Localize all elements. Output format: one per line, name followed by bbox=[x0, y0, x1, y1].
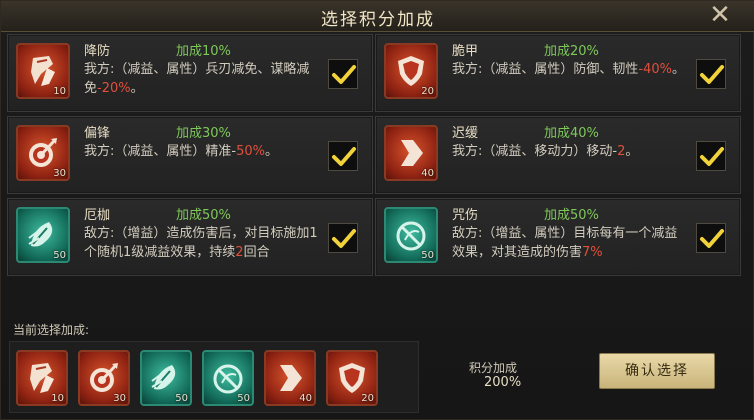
selected-bonus-level: 50 bbox=[237, 393, 250, 404]
bonus-description: 我方:（减益、属性）精准-50%。 bbox=[84, 142, 320, 192]
bonus-level: 50 bbox=[421, 250, 434, 261]
bonus-description: 我方:（减益、属性）防御、韧性-40%。 bbox=[452, 60, 688, 110]
description-text: 敌方:（增益、属性）目标每有一个减益效果，对其造成的伤害 bbox=[452, 226, 678, 260]
bonus-card[interactable]: 40 迟缓 加成40% 我方:（减益、移动力）移动-2。 bbox=[375, 116, 741, 194]
title-bar: 选择积分加成 ✕ bbox=[1, 1, 754, 32]
bonus-percent: 加成50% bbox=[544, 208, 599, 223]
selected-bonus-level: 50 bbox=[175, 393, 188, 404]
bonus-percent: 加成20% bbox=[544, 44, 599, 59]
description-suffix: 。 bbox=[625, 144, 639, 159]
description-suffix: 。 bbox=[671, 62, 685, 77]
description-negative-value: 7% bbox=[582, 245, 603, 260]
close-icon[interactable]: ✕ bbox=[707, 2, 733, 29]
cursed-wound-icon: 50 bbox=[202, 350, 254, 406]
bonus-percent: 加成30% bbox=[176, 126, 231, 141]
description-negative-value: -20% bbox=[97, 81, 131, 96]
description-suffix: 。 bbox=[264, 144, 278, 159]
description-negative-value: 2 bbox=[235, 245, 244, 260]
description-text: 敌方:（增益）造成伤害后，对目标施加1个随机1级减益效果，持续 bbox=[84, 226, 318, 260]
current-selection-area: 当前选择加成: 10 30 50 50 40 20 积分加成 200% 确认选择 bbox=[9, 321, 747, 417]
select-checkbox[interactable] bbox=[328, 59, 358, 89]
bonus-card[interactable]: 50 咒伤 加成50% 敌方:（增益、属性）目标每有一个减益效果，对其造成的伤害7% bbox=[375, 198, 741, 276]
description-suffix: 回合 bbox=[243, 245, 270, 260]
bonus-description: 敌方:（增益、属性）目标每有一个减益效果，对其造成的伤害7% bbox=[452, 224, 688, 274]
select-checkbox[interactable] bbox=[328, 141, 358, 171]
bonus-percent: 加成10% bbox=[176, 44, 231, 59]
broken-shield-icon: 20 bbox=[384, 43, 438, 99]
bonus-name: 降防 bbox=[84, 44, 111, 59]
bonus-card[interactable]: 50 厄枷 加成50% 敌方:（增益）造成伤害后，对目标施加1个随机1级减益效果，持续… bbox=[7, 198, 373, 276]
bonus-description: 我方:（减益、移动力）移动-2。 bbox=[452, 142, 688, 192]
description-negative-value: 50% bbox=[236, 144, 265, 159]
select-checkbox[interactable] bbox=[696, 223, 726, 253]
selected-bonus-level: 30 bbox=[113, 393, 126, 404]
bonus-description: 敌方:（增益）造成伤害后，对目标施加1个随机1级减益效果，持续2回合 bbox=[84, 224, 320, 274]
panel-title: 选择积分加成 bbox=[321, 10, 435, 30]
bonus-selection-panel: 选择积分加成 ✕ 10 降防 加成10% 我方:（减益、属性）兵刃减免、谋略减免-20… bbox=[0, 0, 754, 420]
bonus-name: 咒伤 bbox=[452, 208, 479, 223]
select-checkbox[interactable] bbox=[696, 59, 726, 89]
description-text: 我方:（减益、属性）防御、韧性 bbox=[452, 62, 639, 77]
slow-arrow-icon: 40 bbox=[264, 350, 316, 406]
bonus-card[interactable]: 10 降防 加成10% 我方:（减益、属性）兵刃减免、谋略减免-20%。 bbox=[7, 34, 373, 112]
description-text: 我方:（减益、属性）精准- bbox=[84, 144, 237, 159]
leaf-curse-icon: 50 bbox=[140, 350, 192, 406]
bonus-percent: 加成50% bbox=[176, 208, 231, 223]
select-checkbox[interactable] bbox=[328, 223, 358, 253]
broken-shield-icon: 20 bbox=[326, 350, 378, 406]
bonus-level: 50 bbox=[53, 250, 66, 261]
cursed-wound-icon: 50 bbox=[384, 207, 438, 263]
bonus-name: 脆甲 bbox=[452, 44, 479, 59]
target-arrow-icon: 30 bbox=[16, 125, 70, 181]
current-selection-label: 当前选择加成: bbox=[13, 323, 90, 337]
bonus-level: 40 bbox=[421, 168, 434, 179]
slow-arrow-icon: 40 bbox=[384, 125, 438, 181]
leaf-curse-icon: 50 bbox=[16, 207, 70, 263]
confirm-button[interactable]: 确认选择 bbox=[599, 353, 715, 389]
target-arrow-icon: 30 bbox=[78, 350, 130, 406]
bonus-name: 迟缓 bbox=[452, 126, 479, 141]
select-checkbox[interactable] bbox=[696, 141, 726, 171]
bonus-card[interactable]: 20 脆甲 加成20% 我方:（减益、属性）防御、韧性-40%。 bbox=[375, 34, 741, 112]
shattered-armor-icon: 10 bbox=[16, 350, 68, 406]
description-negative-value: -40% bbox=[638, 62, 672, 77]
bonus-description: 我方:（减益、属性）兵刃减免、谋略减免-20%。 bbox=[84, 60, 320, 110]
description-suffix: 。 bbox=[130, 81, 144, 96]
shattered-armor-icon: 10 bbox=[16, 43, 70, 99]
bonus-percent: 加成40% bbox=[544, 126, 599, 141]
bonus-name: 偏锋 bbox=[84, 126, 111, 141]
bonus-card[interactable]: 30 偏锋 加成30% 我方:（减益、属性）精准-50%。 bbox=[7, 116, 373, 194]
bonus-level: 30 bbox=[53, 168, 66, 179]
selected-bonus-level: 10 bbox=[51, 393, 64, 404]
description-text: 我方:（减益、移动力）移动- bbox=[452, 144, 618, 159]
selected-bonus-level: 40 bbox=[299, 393, 312, 404]
bonus-name: 厄枷 bbox=[84, 208, 111, 223]
selected-bonus-strip: 10 30 50 50 40 20 bbox=[9, 341, 419, 413]
score-label: 积分加成 bbox=[469, 361, 518, 375]
selected-bonus-level: 20 bbox=[361, 393, 374, 404]
bonus-level: 20 bbox=[421, 86, 434, 97]
score-value: 200% bbox=[484, 375, 522, 390]
bonus-level: 10 bbox=[53, 86, 66, 97]
